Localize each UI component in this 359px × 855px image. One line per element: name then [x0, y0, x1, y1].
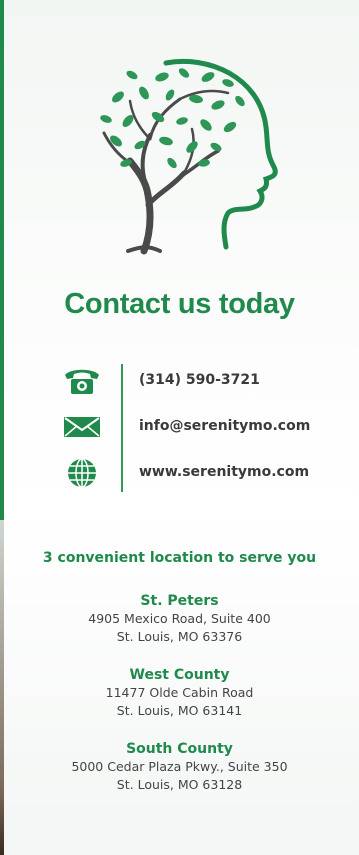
location-city: St. Louis, MO 63376: [116, 629, 243, 644]
location-south-county: South County 5000 Cedar Plaza Pkwy., Sui…: [0, 740, 359, 794]
tree-head-logo-icon: [100, 58, 278, 255]
location-west-county: West County 11477 Olde Cabin Road St. Lo…: [0, 666, 359, 720]
location-name: St. Peters: [140, 593, 219, 609]
globe-icon: [68, 458, 96, 488]
location-address: 5000 Cedar Plaza Pkwy., Suite 350: [71, 759, 288, 774]
contact-web-row[interactable]: www.serenitymo.com: [62, 458, 352, 488]
location-city: St. Louis, MO 63141: [116, 703, 243, 718]
location-address: 11477 Olde Cabin Road: [105, 685, 254, 700]
locations-tagline: 3 convenient location to serve you: [42, 550, 317, 566]
brochure-panel: Contact us today (314) 590-3721 info@ser…: [0, 0, 359, 855]
location-name: South County: [126, 741, 233, 757]
location-address: 4905 Mexico Road, Suite 400: [88, 611, 271, 626]
website-url[interactable]: www.serenitymo.com: [139, 464, 309, 480]
phone-number[interactable]: (314) 590-3721: [139, 372, 260, 388]
page-title: Contact us today: [64, 288, 295, 320]
contact-phone-row[interactable]: (314) 590-3721: [62, 366, 352, 396]
email-address[interactable]: info@serenitymo.com: [139, 418, 310, 434]
location-st-peters: St. Peters 4905 Mexico Road, Suite 400 S…: [0, 592, 359, 646]
contact-email-row[interactable]: info@serenitymo.com: [62, 412, 352, 442]
location-city: St. Louis, MO 63128: [116, 777, 243, 792]
envelope-icon: [64, 417, 100, 437]
location-name: West County: [129, 667, 230, 683]
accent-strip: [0, 0, 4, 520]
phone-icon: [65, 369, 99, 394]
